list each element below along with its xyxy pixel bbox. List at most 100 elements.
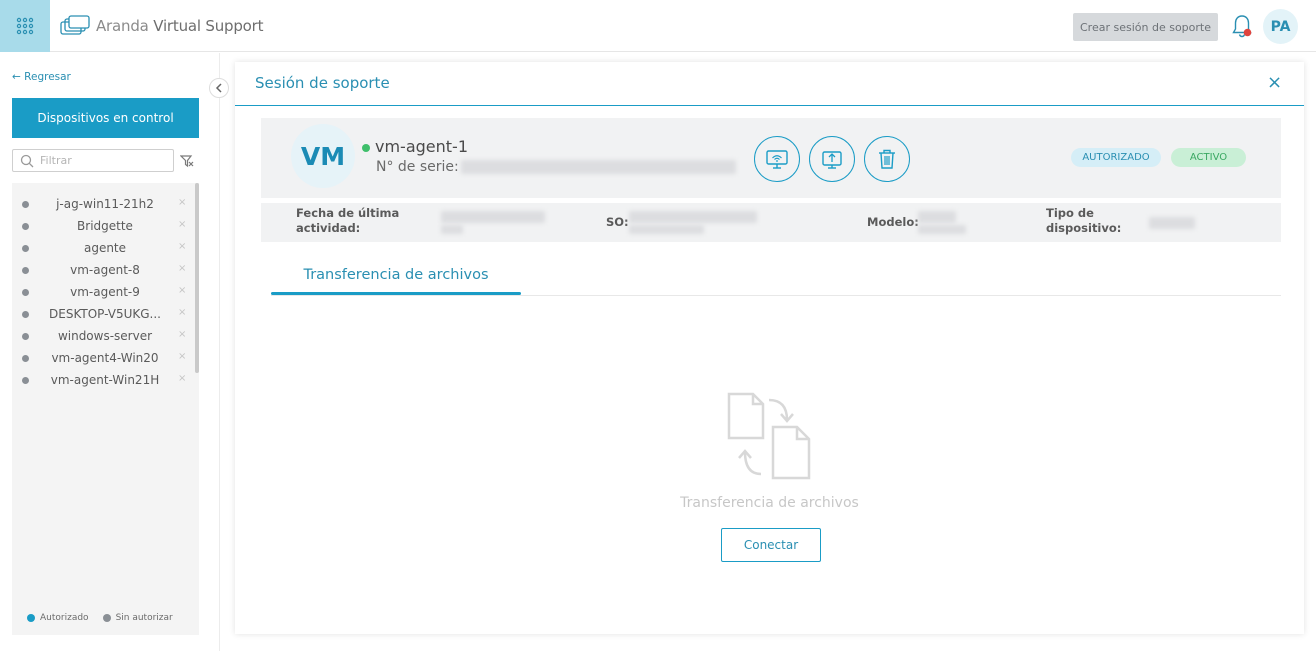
remote-upload-icon [822,151,842,169]
device-name: vm-agent-Win21H [50,373,160,387]
tab-file-transfer[interactable]: Transferencia de archivos [271,254,521,296]
unauthorized-dot [102,614,111,622]
trash-icon [879,149,895,169]
apps-menu-button[interactable] [0,0,50,52]
remove-device-icon[interactable]: × [178,329,186,340]
serial-value-redacted [461,160,736,174]
card-header: Sesión de soporte × [235,62,1304,106]
model-value-redacted-2 [918,225,966,234]
remove-device-icon[interactable]: × [178,351,186,362]
close-icon[interactable]: × [1267,72,1282,93]
device-list-item[interactable]: vm-agent-9 × [12,281,199,303]
remove-device-icon[interactable]: × [178,307,186,318]
user-avatar[interactable]: PA [1263,9,1298,44]
model-value-redacted [918,211,956,223]
remove-device-icon[interactable]: × [178,241,186,252]
device-name: j-ag-win11-21h2 [56,197,154,211]
devices-in-control-button[interactable]: Dispositivos en control [12,98,199,138]
notifications-button[interactable] [1231,13,1253,39]
sidebar: ← Regresar Dispositivos en control j-ag-… [0,53,220,651]
serial-label: N° de serie: [376,159,459,175]
create-session-button[interactable]: Crear sesión de soporte [1073,13,1218,41]
page-title: Sesión de soporte [255,74,390,92]
device-avatar: VM [291,124,355,188]
device-list-item[interactable]: j-ag-win11-21h2 × [12,193,199,215]
device-list-panel: j-ag-win11-21h2 × Bridgette × agente × vm-a… [12,183,199,635]
grid-icon [16,17,34,35]
connect-button[interactable]: Conectar [721,528,821,562]
device-list-item[interactable]: windows-server × [12,325,199,347]
app-name-suffix: Virtual Support [153,17,264,35]
status-dot [22,289,29,296]
last-activity-value-redacted [441,211,545,223]
device-name: Bridgette [77,219,133,233]
device-type-label: Tipo de dispositivo: [1046,206,1121,236]
session-tabs: Transferencia de archivos [271,254,1281,296]
device-list-item[interactable]: vm-agent-8 × [12,259,199,281]
last-activity-label: Fecha de última actividad: [296,206,399,236]
collapse-sidebar-button[interactable] [209,78,229,98]
clear-filter-button[interactable] [179,153,194,168]
support-session-card: Sesión de soporte × VM vm-agent-1 N° de … [235,62,1304,634]
remove-device-icon[interactable]: × [178,197,186,208]
chevron-left-icon [215,83,222,93]
remote-upload-button[interactable] [809,136,855,182]
last-activity-label-line1: Fecha de última [296,206,400,220]
filter-field[interactable] [12,149,174,172]
remove-device-icon[interactable]: × [178,263,186,274]
status-dot [22,355,29,362]
back-link[interactable]: ← Regresar [12,71,71,83]
status-dot [22,245,29,252]
online-status-dot [362,144,370,152]
status-dot [22,311,29,318]
device-list-scrollbar[interactable] [195,183,199,373]
back-label: Regresar [24,71,71,83]
active-tab-indicator [271,292,521,295]
device-name-title: vm-agent-1 [375,137,468,156]
device-name: DESKTOP-V5UKG... [49,307,161,321]
os-value-redacted [629,211,757,223]
device-list-item[interactable]: agente × [12,237,199,259]
filter-off-icon [179,155,194,168]
device-list: j-ag-win11-21h2 × Bridgette × agente × vm-a… [12,193,199,391]
status-dot [22,201,29,208]
status-dot [22,267,29,274]
device-list-item[interactable]: vm-agent4-Win20 × [12,347,199,369]
active-badge: ACTIVO [1171,148,1246,167]
authorized-label: Autorizado [40,613,89,623]
empty-state-text: Transferencia de archivos [680,495,859,511]
device-header: VM vm-agent-1 N° de serie: AUTORIZADO AC… [261,118,1281,198]
unauthorized-label: Sin autorizar [115,613,173,623]
remove-device-icon[interactable]: × [178,373,186,384]
os-label: SO: [606,215,629,229]
filter-input[interactable] [40,154,160,167]
device-name: vm-agent-8 [70,263,140,277]
arrow-left-icon: ← [12,71,21,83]
device-list-item[interactable]: vm-agent-Win21H × [12,369,199,391]
file-transfer-icon [727,392,811,480]
app-name-prefix: Aranda [96,17,149,35]
authorized-badge: AUTORIZADO [1071,148,1161,167]
remote-desktop-button[interactable] [754,136,800,182]
status-dot [22,333,29,340]
device-name: windows-server [57,329,153,343]
device-list-item[interactable]: Bridgette × [12,215,199,237]
device-type-value-redacted [1149,217,1195,229]
device-info-row: Fecha de última actividad: SO: Modelo: T… [261,203,1281,242]
authorized-dot [27,614,35,622]
remove-device-icon[interactable]: × [178,219,186,230]
os-value-redacted-2 [629,225,704,234]
model-label: Modelo: [867,215,919,229]
delete-device-button[interactable] [864,136,910,182]
last-activity-value-redacted-2 [441,225,463,234]
aranda-logo-icon [60,15,90,35]
app-logo: Aranda Virtual Support [60,15,264,37]
remove-device-icon[interactable]: × [178,285,186,296]
search-icon [20,154,34,167]
remote-desktop-icon [766,150,788,169]
device-name: vm-agent4-Win20 [51,351,159,365]
status-dot [22,223,29,230]
device-type-label-line2: dispositivo: [1046,221,1122,235]
device-list-item[interactable]: DESKTOP-V5UKG... × [12,303,199,325]
status-dot [22,377,29,384]
